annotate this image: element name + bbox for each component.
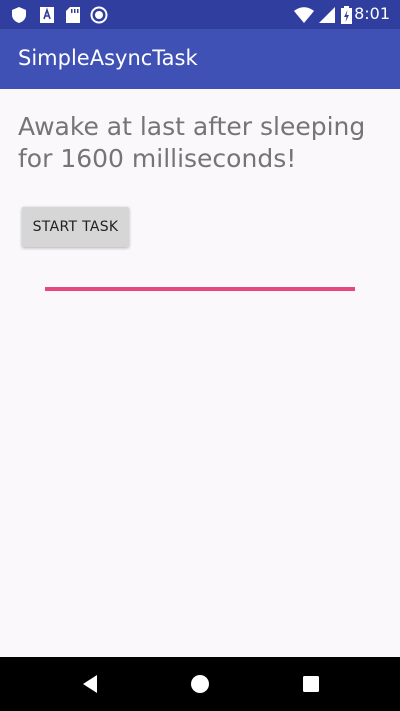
app-bar: SimpleAsyncTask: [0, 29, 400, 89]
radio-circle-icon: [90, 6, 108, 24]
battery-charging-icon: [340, 6, 352, 24]
signal-icon: [318, 6, 336, 24]
recents-icon[interactable]: [302, 674, 320, 694]
sd-card-icon: [64, 6, 82, 24]
back-icon[interactable]: [80, 674, 100, 694]
home-icon[interactable]: [190, 674, 210, 694]
app-title: SimpleAsyncTask: [18, 46, 198, 70]
progress-indicator: [45, 287, 355, 291]
wifi-icon: [294, 6, 314, 24]
text-app-icon: [38, 6, 56, 24]
start-task-button[interactable]: START TASK: [22, 207, 129, 247]
status-time: 8:01: [354, 4, 390, 23]
status-bar: 8:01: [0, 0, 400, 29]
navigation-bar: [0, 657, 400, 711]
main-content: Awake at last after sleeping for 1600 mi…: [0, 89, 400, 657]
status-message: Awake at last after sleeping for 1600 mi…: [18, 112, 366, 173]
shield-icon: [10, 6, 28, 24]
